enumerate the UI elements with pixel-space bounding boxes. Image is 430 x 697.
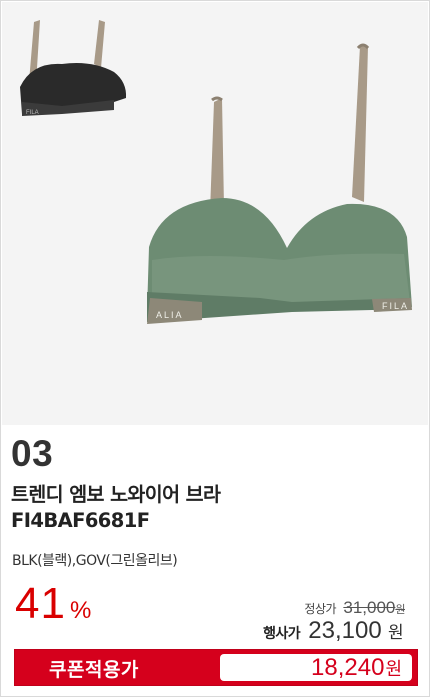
black-variant-thumbnail: FILA [20,20,127,116]
discount-unit: % [69,597,92,624]
coupon-price-value: 18,240 [311,654,385,681]
green-variant-main: ALIA FILA [147,43,412,324]
coupon-price-unit: 원 [385,659,402,680]
product-name-line1: 트렌디 엠보 노와이어 브라 [11,483,221,506]
product-name[interactable]: 트렌디 엠보 노와이어 브라 FI4BAF6681F [11,482,421,534]
event-price-label: 행사가 [263,626,300,642]
coupon-price-bar: 쿠폰적용가 18,240원 [14,649,418,686]
regular-price: 정상가 31,000원 [304,598,405,618]
regular-price-unit: 원 [395,603,405,616]
regular-price-label: 정상가 [304,602,337,616]
event-price-value: 23,100 [308,617,382,644]
product-image[interactable]: FILA ALIA FILA [2,2,428,425]
coupon-price-box: 18,240원 [220,654,412,681]
regular-price-value: 31,000 [343,598,396,617]
black-band-logo: FILA [26,110,39,116]
product-card[interactable]: FILA ALIA FILA 03 트렌디 엠보 노와이어 브라 FI4BAF6… [0,0,430,697]
green-band-logo-right: FILA [382,301,409,311]
product-illustration: FILA ALIA FILA [20,20,412,324]
event-price-unit: 원 [387,623,404,643]
event-price: 행사가 23,100 원 [263,617,403,645]
green-band-logo-left: ALIA [156,310,184,320]
product-number: 03 [11,433,54,474]
coupon-price-label: 쿠폰적용가 [49,659,139,681]
discount-value: 41 [15,579,66,628]
product-code: FI4BAF6681F [11,509,150,532]
discount-rate: 41% [15,579,91,629]
color-options: BLK(블랙),GOV(그린올리브) [12,553,178,569]
